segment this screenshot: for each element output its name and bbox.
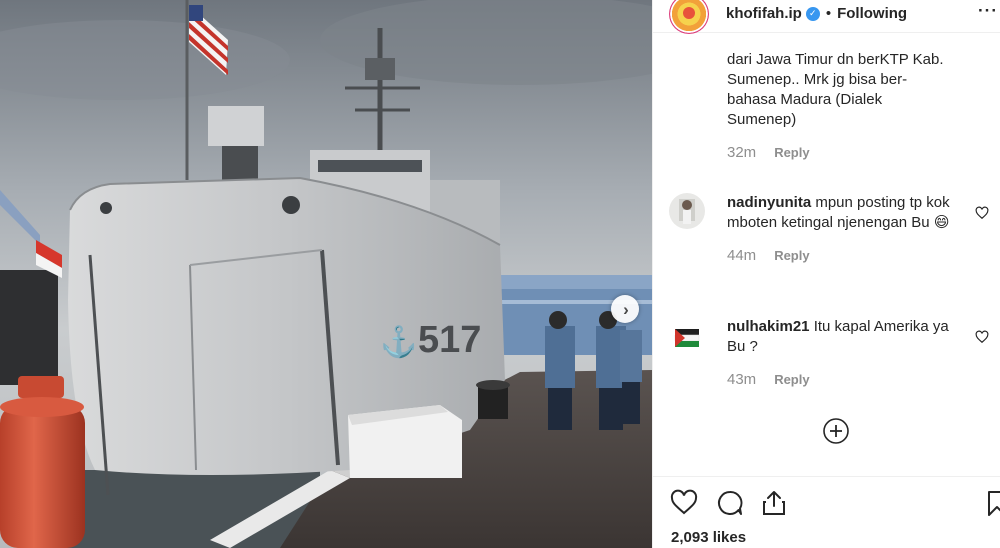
comment-body: nulhakim21 Itu kapal Amerika ya Bu ? 43m… bbox=[727, 317, 955, 388]
comment-text: dari Jawa Timur dn berKTP Kab. Sumenep..… bbox=[727, 51, 944, 128]
gas-cylinder bbox=[0, 376, 85, 548]
comment-meta: 43m Reply bbox=[727, 371, 955, 388]
post-header: khofifah.ip ✓ • Following ··· bbox=[653, 0, 1000, 34]
reply-button[interactable]: Reply bbox=[774, 248, 809, 263]
heart-icon[interactable] bbox=[670, 489, 698, 517]
bookmark-icon[interactable] bbox=[983, 489, 1000, 517]
svg-text:⚓: ⚓ bbox=[380, 324, 417, 359]
comment-meta: 32m Reply bbox=[727, 144, 955, 161]
like-count[interactable]: 2,093 likes bbox=[671, 529, 746, 546]
radar-tower bbox=[208, 106, 264, 146]
comment-time[interactable]: 43m bbox=[727, 371, 756, 388]
author-username[interactable]: khofifah.ip bbox=[726, 5, 802, 22]
comment-body: dari Jawa Timur dn berKTP Kab. Sumenep..… bbox=[727, 50, 955, 161]
comment-bubble-icon[interactable] bbox=[716, 489, 744, 517]
comment-meta: 44m Reply bbox=[727, 247, 955, 264]
heart-outline-icon[interactable] bbox=[975, 206, 989, 220]
commenter-avatar[interactable] bbox=[669, 193, 705, 229]
comment-content: nulhakim21 Itu kapal Amerika ya Bu ? bbox=[727, 317, 955, 357]
chevron-right-icon: › bbox=[623, 299, 629, 319]
ship-photo-illustration: 517 ⚓ bbox=[0, 0, 652, 548]
post-photo[interactable]: 517 ⚓ › bbox=[0, 0, 652, 548]
comment-username[interactable]: nadinyunita bbox=[727, 194, 811, 211]
hull-number: 517 bbox=[418, 319, 481, 361]
plus-circle-icon[interactable] bbox=[822, 417, 850, 445]
author-avatar[interactable] bbox=[669, 0, 709, 34]
author-info: khofifah.ip ✓ • Following bbox=[726, 5, 907, 22]
comment-content: nadinyunita mpun posting tp kok mboten k… bbox=[727, 193, 955, 233]
neighbor-ship bbox=[0, 270, 58, 385]
more-options-icon[interactable]: ··· bbox=[978, 1, 998, 21]
share-icon[interactable] bbox=[760, 489, 788, 517]
verified-badge-icon: ✓ bbox=[805, 6, 820, 21]
bollard bbox=[478, 385, 508, 419]
carousel-next-button[interactable]: › bbox=[611, 295, 639, 323]
post-sidebar: khofifah.ip ✓ • Following ··· dari Jawa … bbox=[652, 0, 1000, 548]
following-button[interactable]: Following bbox=[837, 5, 907, 22]
commenter-avatar[interactable] bbox=[669, 317, 705, 353]
heart-outline-icon[interactable] bbox=[975, 330, 989, 344]
comment-body: nadinyunita mpun posting tp kok mboten k… bbox=[727, 193, 955, 264]
separator: • bbox=[825, 5, 832, 22]
reply-button[interactable]: Reply bbox=[774, 372, 809, 387]
comment-username[interactable]: nulhakim21 bbox=[727, 318, 810, 335]
comment-time[interactable]: 32m bbox=[727, 144, 756, 161]
post-actions: 2,093 likes bbox=[653, 476, 1000, 548]
comment-time[interactable]: 44m bbox=[727, 247, 756, 264]
reply-button[interactable]: Reply bbox=[774, 145, 809, 160]
